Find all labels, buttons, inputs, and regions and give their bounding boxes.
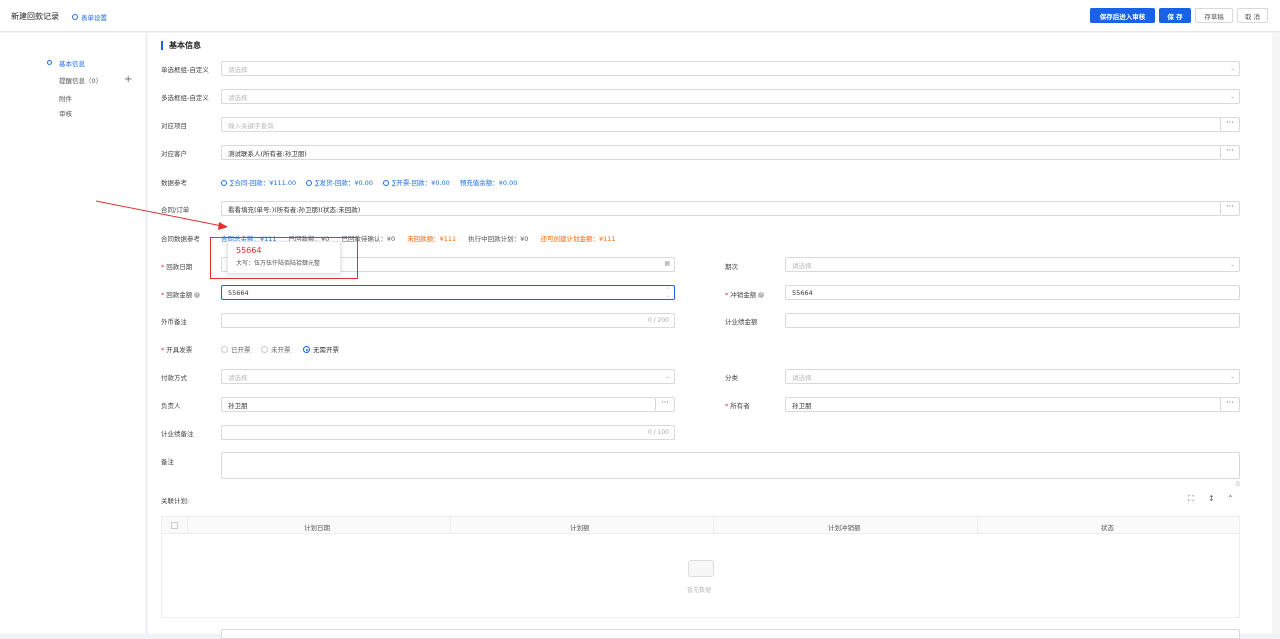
annotation-arrow [95, 200, 228, 230]
